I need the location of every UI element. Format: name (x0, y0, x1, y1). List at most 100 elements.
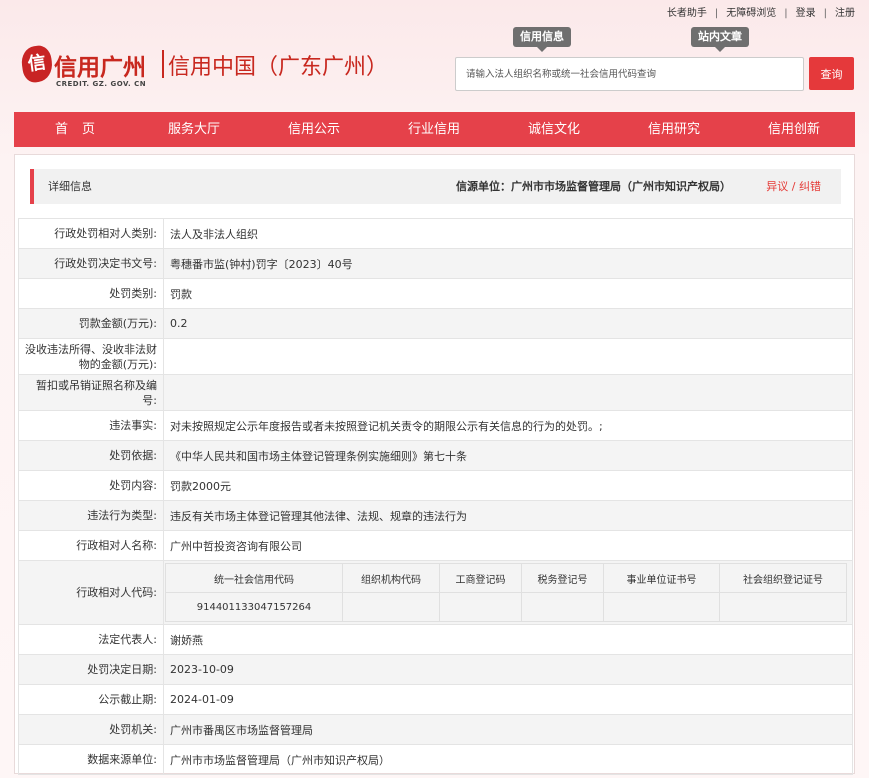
field-label: 行政相对人名称: (18, 530, 164, 561)
main-nav: 首页 服务大厅 信用公示 行业信用 诚信文化 信用研究 信用创新 (14, 112, 855, 147)
logo-seal-icon: 信 (19, 44, 55, 84)
accessibility-link[interactable]: 无障碍浏览 (726, 4, 776, 19)
field-value: 粤穗番市监(钟村)罚字〔2023〕40号 (163, 248, 853, 279)
code-subtable: 统一社会信用代码 组织机构代码 工商登记码 税务登记号 事业单位证书号 社会组织… (165, 563, 847, 622)
nav-item-credit-innovation[interactable]: 信用创新 (739, 112, 849, 147)
table-row: 处罚决定日期: 2023-10-09 (18, 654, 853, 685)
penalty-detail-table: 行政处罚相对人类别: 法人及非法人组织 行政处罚决定书文号: 粤穗番市监(钟村)… (18, 218, 853, 775)
field-label: 处罚类别: (18, 278, 164, 309)
table-row: 处罚内容: 罚款2000元 (18, 470, 853, 501)
field-label: 行政相对人代码: (18, 560, 164, 625)
nav-item-credit-publicity[interactable]: 信用公示 (259, 112, 369, 147)
field-label: 行政处罚相对人类别: (18, 218, 164, 249)
field-label: 处罚内容: (18, 470, 164, 501)
table-row: 法定代表人: 谢娇燕 (18, 624, 853, 655)
field-label: 公示截止期: (18, 684, 164, 715)
code-value (342, 592, 440, 622)
code-value (603, 592, 720, 622)
logo-name: 信用广州 (54, 54, 146, 81)
detail-header: 详细信息 信源单位：广州市市场监督管理局（广州市知识产权局） 异议 / 纠错 (30, 169, 841, 204)
field-value: 2023-10-09 (163, 654, 853, 685)
divider: | (714, 8, 719, 19)
table-row: 行政处罚决定书文号: 粤穗番市监(钟村)罚字〔2023〕40号 (18, 248, 853, 279)
logo-subtitle: 信用中国（广东广州） (168, 55, 389, 80)
field-value: 罚款2000元 (163, 470, 853, 501)
search-button[interactable]: 查询 (809, 57, 854, 90)
register-link[interactable]: 注册 (835, 4, 855, 19)
objection-correction-link[interactable]: 异议 / 纠错 (766, 169, 821, 204)
table-row: 行政相对人名称: 广州中哲投资咨询有限公司 (18, 530, 853, 561)
code-header: 统一社会信用代码 (165, 563, 343, 593)
code-value (439, 592, 522, 622)
code-header: 组织机构代码 (342, 563, 440, 593)
search-input[interactable] (455, 57, 804, 91)
field-value: 法人及非法人组织 (163, 218, 853, 249)
field-label: 行政处罚决定书文号: (18, 248, 164, 279)
nav-item-credit-research[interactable]: 信用研究 (619, 112, 729, 147)
table-row: 公示截止期: 2024-01-09 (18, 684, 853, 715)
code-header: 税务登记号 (521, 563, 604, 593)
code-header-row: 统一社会信用代码 组织机构代码 工商登记码 税务登记号 事业单位证书号 社会组织… (165, 563, 847, 593)
code-value (521, 592, 604, 622)
code-value (719, 592, 847, 622)
top-links: 长者助手 | 无障碍浏览 | 登录 | 注册 (667, 4, 855, 19)
table-row: 罚款金额(万元): 0.2 (18, 308, 853, 339)
logo-divider (162, 50, 164, 78)
code-header: 社会组织登记证号 (719, 563, 847, 593)
field-value: 对未按照规定公示年度报告或者未按照登记机关责令的期限公示有关信息的行为的处罚。; (163, 410, 853, 441)
table-row: 行政处罚相对人类别: 法人及非法人组织 (18, 218, 853, 249)
table-row: 数据来源单位: 广州市市场监督管理局（广州市知识产权局） (18, 744, 853, 775)
field-value: 统一社会信用代码 组织机构代码 工商登记码 税务登记号 事业单位证书号 社会组织… (163, 560, 853, 625)
field-value: 2024-01-09 (163, 684, 853, 715)
field-value: 《中华人民共和国市场主体登记管理条例实施细则》第七十条 (163, 440, 853, 471)
field-label: 违法行为类型: (18, 500, 164, 531)
table-row: 处罚依据: 《中华人民共和国市场主体登记管理条例实施细则》第七十条 (18, 440, 853, 471)
field-value: 广州市市场监督管理局（广州市知识产权局） (163, 744, 853, 775)
field-label: 处罚依据: (18, 440, 164, 471)
search-tab-site-articles[interactable]: 站内文章 (691, 27, 749, 52)
detail-panel: 详细信息 信源单位：广州市市场监督管理局（广州市知识产权局） 异议 / 纠错 行… (14, 154, 855, 775)
field-value: 罚款 (163, 278, 853, 309)
elder-assistant-link[interactable]: 长者助手 (667, 4, 707, 19)
nav-item-integrity-culture[interactable]: 诚信文化 (499, 112, 609, 147)
table-row: 违法事实: 对未按照规定公示年度报告或者未按照登记机关责令的期限公示有关信息的行… (18, 410, 853, 441)
field-label: 暂扣或吊销证照名称及编号: (18, 374, 164, 411)
field-value: 广州中哲投资咨询有限公司 (163, 530, 853, 561)
code-value: 914401133047157264 (165, 592, 343, 622)
field-value (163, 374, 853, 411)
search-tab-credit-info[interactable]: 信用信息 (513, 27, 571, 52)
divider: | (784, 8, 788, 19)
field-label: 数据来源单位: (18, 744, 164, 775)
field-label: 没收违法所得、没收非法财物的金额(万元): (18, 338, 164, 375)
field-label: 处罚机关: (18, 714, 164, 745)
info-source: 信源单位：广州市市场监督管理局（广州市知识产权局） (456, 169, 731, 204)
nav-item-home[interactable]: 首页 (20, 112, 130, 147)
field-label: 罚款金额(万元): (18, 308, 164, 339)
divider: | (823, 8, 827, 19)
field-value: 违反有关市场主体登记管理其他法律、法规、规章的违法行为 (163, 500, 853, 531)
field-value: 0.2 (163, 308, 853, 339)
field-value: 广州市番禺区市场监督管理局 (163, 714, 853, 745)
field-label: 法定代表人: (18, 624, 164, 655)
field-value (163, 338, 853, 375)
nav-item-industry-credit[interactable]: 行业信用 (379, 112, 489, 147)
code-header: 事业单位证书号 (603, 563, 720, 593)
info-source-value: 广州市市场监督管理局（广州市知识产权局） (511, 180, 731, 193)
field-label: 处罚决定日期: (18, 654, 164, 685)
code-header: 工商登记码 (439, 563, 522, 593)
nav-item-service-hall[interactable]: 服务大厅 (139, 112, 249, 147)
table-row: 处罚机关: 广州市番禺区市场监督管理局 (18, 714, 853, 745)
login-link[interactable]: 登录 (796, 4, 816, 19)
table-row: 没收违法所得、没收非法财物的金额(万元): (18, 338, 853, 375)
table-row: 暂扣或吊销证照名称及编号: (18, 374, 853, 411)
field-label: 违法事实: (18, 410, 164, 441)
table-row-codes: 行政相对人代码: 统一社会信用代码 组织机构代码 工商登记码 税务登记号 事业单… (18, 560, 853, 625)
table-row: 违法行为类型: 违反有关市场主体登记管理其他法律、法规、规章的违法行为 (18, 500, 853, 531)
logo-domain: CREDIT. GZ. GOV. CN (56, 80, 147, 88)
detail-title: 详细信息 (48, 180, 92, 193)
site-logo[interactable]: 信 信用广州 信用中国（广东广州） CREDIT. GZ. GOV. CN (19, 44, 388, 94)
code-value-row: 914401133047157264 (165, 592, 847, 622)
table-row: 处罚类别: 罚款 (18, 278, 853, 309)
field-value: 谢娇燕 (163, 624, 853, 655)
info-source-label: 信源单位： (456, 180, 511, 193)
